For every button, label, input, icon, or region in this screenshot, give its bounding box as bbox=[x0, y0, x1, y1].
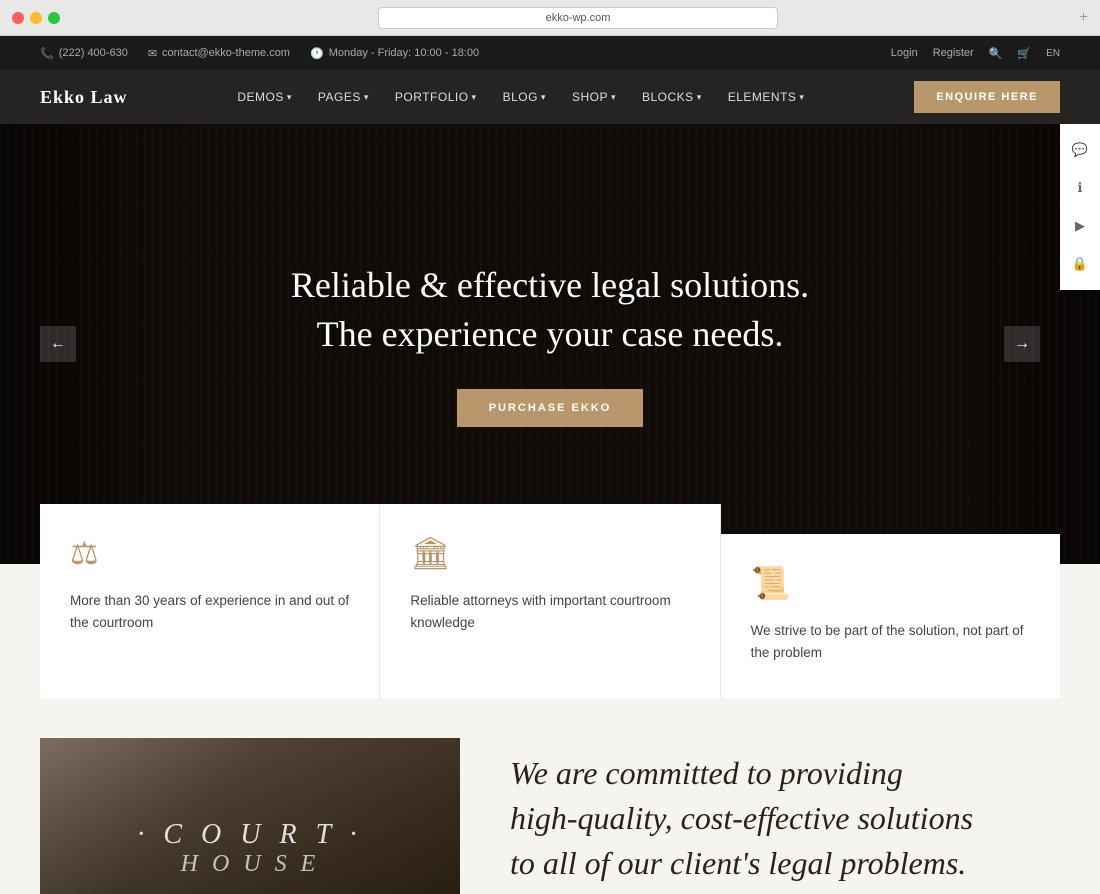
court-text-bottom: H O U S E bbox=[60, 851, 440, 878]
hero-content: Reliable & effective legal solutions. Th… bbox=[291, 261, 809, 426]
scales-icon: ⚖ bbox=[70, 534, 349, 572]
side-panel-play[interactable]: ▶ bbox=[1060, 208, 1100, 244]
courthouse-image: · C O U R T · H O U S E bbox=[40, 738, 460, 894]
nav-item-portfolio[interactable]: PORTFOLIO ▾ bbox=[385, 84, 487, 110]
close-button[interactable] bbox=[12, 12, 24, 24]
traffic-lights bbox=[12, 12, 60, 24]
commitment-line2: high-quality, cost-effective solutions bbox=[510, 800, 973, 836]
hero-title-line2: The experience your case needs. bbox=[291, 310, 809, 359]
browser-chrome: ekko-wp.com + bbox=[0, 0, 1100, 36]
feature-card-3: 📜 We strive to be part of the solution, … bbox=[721, 534, 1060, 698]
top-bar-left: 📞 (222) 400-630 ✉ contact@ekko-theme.com… bbox=[40, 47, 479, 60]
clock-icon: 🕐 bbox=[310, 47, 324, 60]
nav-menu: DEMOS ▾ PAGES ▾ PORTFOLIO ▾ BLOG ▾ SHOP … bbox=[227, 84, 814, 110]
search-icon[interactable]: 🔍 bbox=[989, 47, 1003, 60]
feature-text-1: More than 30 years of experience in and … bbox=[70, 590, 349, 633]
left-arrow-icon: ← bbox=[50, 335, 66, 353]
login-link[interactable]: Login bbox=[891, 47, 918, 59]
side-panel-chat[interactable]: 💬 bbox=[1060, 132, 1100, 168]
nav-item-pages[interactable]: PAGES ▾ bbox=[308, 84, 379, 110]
phone-number: (222) 400-630 bbox=[59, 47, 128, 59]
features-section: ⚖ More than 30 years of experience in an… bbox=[0, 564, 1100, 698]
email-info: ✉ contact@ekko-theme.com bbox=[148, 47, 290, 60]
url-text: ekko-wp.com bbox=[546, 12, 611, 24]
court-image-text: · C O U R T · H O U S E bbox=[40, 799, 460, 894]
hours-info: 🕐 Monday - Friday: 10:00 - 18:00 bbox=[310, 47, 479, 60]
side-panel: 💬 ℹ ▶ 🔒 bbox=[1060, 124, 1100, 290]
commitment-section: · C O U R T · H O U S E We are committed… bbox=[0, 698, 1100, 894]
business-hours: Monday - Friday: 10:00 - 18:00 bbox=[329, 47, 479, 59]
feature-text-2: Reliable attorneys with important courtr… bbox=[410, 590, 689, 633]
phone-info: 📞 (222) 400-630 bbox=[40, 47, 128, 60]
right-arrow-icon: → bbox=[1014, 335, 1030, 353]
new-tab-button[interactable]: + bbox=[1079, 9, 1088, 27]
scroll-icon: 📜 bbox=[751, 564, 1030, 602]
hero-title: Reliable & effective legal solutions. Th… bbox=[291, 261, 809, 358]
hero-next-button[interactable]: → bbox=[1004, 326, 1040, 362]
site-logo[interactable]: Ekko Law bbox=[40, 87, 128, 108]
email-address: contact@ekko-theme.com bbox=[162, 47, 290, 59]
commitment-line1: We are committed to providing bbox=[510, 755, 903, 791]
nav-item-demos[interactable]: DEMOS ▾ bbox=[227, 84, 302, 110]
courthouse-icon: 🏛 bbox=[410, 534, 689, 572]
nav-item-blocks[interactable]: BLOCKS ▾ bbox=[632, 84, 712, 110]
phone-icon: 📞 bbox=[40, 47, 54, 60]
hero-prev-button[interactable]: ← bbox=[40, 326, 76, 362]
feature-card-1: ⚖ More than 30 years of experience in an… bbox=[40, 504, 380, 698]
side-panel-lock[interactable]: 🔒 bbox=[1060, 246, 1100, 282]
url-bar[interactable]: ekko-wp.com bbox=[378, 7, 778, 29]
maximize-button[interactable] bbox=[48, 12, 60, 24]
website: 📞 (222) 400-630 ✉ contact@ekko-theme.com… bbox=[0, 36, 1100, 894]
hero-title-line1: Reliable & effective legal solutions. bbox=[291, 261, 809, 310]
feature-text-3: We strive to be part of the solution, no… bbox=[751, 620, 1030, 663]
minimize-button[interactable] bbox=[30, 12, 42, 24]
nav-item-blog[interactable]: BLOG ▾ bbox=[493, 84, 556, 110]
nav-item-elements[interactable]: ELEMENTS ▾ bbox=[718, 84, 815, 110]
commitment-line3: to all of our client's legal problems. bbox=[510, 845, 966, 881]
purchase-button[interactable]: PURCHASE EKKO bbox=[457, 389, 644, 427]
email-icon: ✉ bbox=[148, 47, 157, 60]
cart-icon[interactable]: 🛒 bbox=[1017, 47, 1031, 60]
top-bar: 📞 (222) 400-630 ✉ contact@ekko-theme.com… bbox=[0, 36, 1100, 70]
nav-item-shop[interactable]: SHOP ▾ bbox=[562, 84, 626, 110]
main-navigation: Ekko Law DEMOS ▾ PAGES ▾ PORTFOLIO ▾ BLO… bbox=[0, 70, 1100, 124]
commitment-content: We are committed to providing high-quali… bbox=[510, 738, 1060, 894]
side-panel-info[interactable]: ℹ bbox=[1060, 170, 1100, 206]
feature-card-2: 🏛 Reliable attorneys with important cour… bbox=[380, 504, 720, 698]
enquire-button[interactable]: ENQUIRE HERE bbox=[914, 81, 1060, 113]
top-bar-right: Login Register 🔍 🛒 EN bbox=[891, 47, 1060, 60]
court-text-top: · C O U R T · bbox=[60, 819, 440, 851]
register-link[interactable]: Register bbox=[933, 47, 974, 59]
hero-section: ← Reliable & effective legal solutions. … bbox=[0, 124, 1100, 564]
language-flag[interactable]: EN bbox=[1046, 48, 1060, 59]
commitment-title: We are committed to providing high-quali… bbox=[510, 751, 973, 885]
